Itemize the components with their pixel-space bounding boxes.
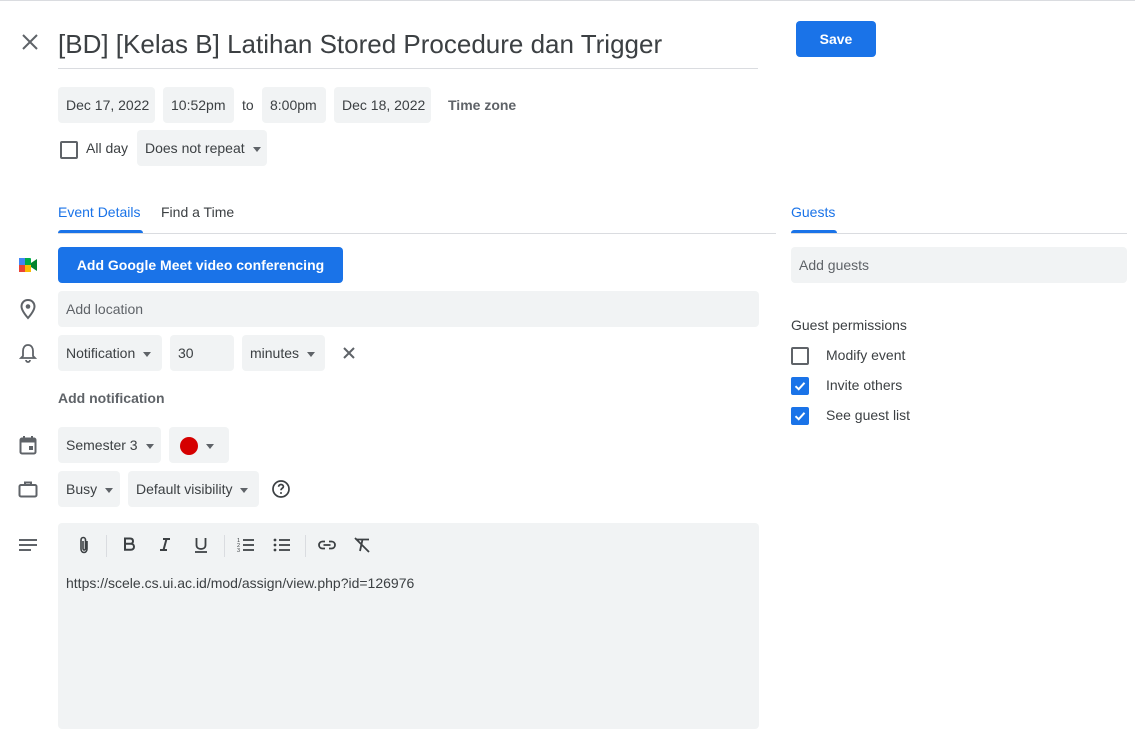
tab-guests[interactable]: Guests (791, 202, 835, 222)
chevron-down-icon (206, 443, 214, 449)
location-pin-icon (20, 298, 36, 320)
notification-unit-dropdown[interactable]: minutes (242, 335, 325, 371)
notification-type-dropdown[interactable]: Notification (58, 335, 162, 371)
chevron-down-icon (143, 351, 152, 357)
svg-text:3: 3 (237, 548, 240, 554)
remove-notification-button[interactable] (337, 341, 361, 365)
all-day-checkbox[interactable] (60, 141, 78, 159)
notification-type-value: Notification (66, 345, 136, 361)
tab-find-a-time[interactable]: Find a Time (161, 202, 234, 222)
toolbar-separator (224, 535, 225, 557)
event-title[interactable]: [BD] [Kelas B] Latihan Stored Procedure … (58, 22, 758, 66)
underline-icon[interactable] (191, 535, 211, 555)
calendar-icon (19, 436, 37, 455)
notification-unit-value: minutes (250, 345, 300, 361)
toolbar-separator (106, 535, 107, 557)
location-input[interactable]: Add location (58, 291, 759, 327)
invite-others-label: Invite others (826, 377, 903, 393)
italic-icon[interactable] (155, 535, 175, 555)
repeat-value: Does not repeat (145, 140, 245, 156)
event-color-dropdown[interactable] (169, 427, 229, 463)
add-guests-input[interactable]: Add guests (791, 247, 1127, 283)
end-time-picker[interactable]: 8:00pm (262, 87, 326, 123)
chevron-down-icon (252, 146, 261, 152)
timezone-button[interactable]: Time zone (448, 87, 516, 123)
link-icon[interactable] (317, 535, 337, 555)
save-button[interactable]: Save (796, 21, 876, 57)
tab-event-details[interactable]: Event Details (58, 202, 140, 222)
chevron-down-icon (307, 351, 316, 357)
close-icon (22, 34, 38, 50)
notification-amount-input[interactable]: 30 (170, 335, 234, 371)
end-date-picker[interactable]: Dec 18, 2022 (334, 87, 431, 123)
modify-event-label: Modify event (826, 347, 906, 363)
guest-permissions-title: Guest permissions (791, 317, 907, 333)
bell-icon (19, 344, 37, 363)
to-label: to (242, 97, 254, 113)
help-icon (272, 480, 290, 498)
close-icon (343, 347, 355, 359)
title-field[interactable]: [BD] [Kelas B] Latihan Stored Procedure … (58, 22, 758, 69)
chevron-down-icon (145, 443, 154, 449)
add-meet-button[interactable]: Add Google Meet video conferencing (58, 247, 343, 283)
see-guest-list-label: See guest list (826, 407, 911, 423)
top-divider (0, 0, 1135, 1)
availability-value: Busy (66, 481, 98, 497)
bulleted-list-icon[interactable] (272, 535, 292, 555)
checkmark-icon (794, 382, 806, 391)
calendar-name: Semester 3 (66, 437, 138, 453)
see-guest-list-checkbox[interactable] (791, 407, 809, 425)
bold-icon[interactable] (119, 535, 139, 555)
calendar-dropdown[interactable]: Semester 3 (58, 427, 161, 463)
visibility-dropdown[interactable]: Default visibility (128, 471, 259, 507)
availability-dropdown[interactable]: Busy (58, 471, 120, 507)
remove-formatting-icon[interactable] (352, 535, 372, 555)
description-text[interactable]: https://scele.cs.ui.ac.id/mod/assign/vie… (66, 575, 414, 591)
checkmark-icon (794, 412, 806, 421)
chevron-down-icon (105, 487, 114, 493)
visibility-help-button[interactable] (271, 479, 291, 499)
description-icon (19, 539, 37, 551)
attachment-icon[interactable] (74, 535, 94, 555)
tabs-divider (58, 233, 776, 234)
start-time-picker[interactable]: 10:52pm (163, 87, 234, 123)
toolbar-separator (305, 535, 306, 557)
event-color-swatch (180, 437, 198, 456)
add-notification-button[interactable]: Add notification (58, 380, 165, 416)
invite-others-checkbox[interactable] (791, 377, 809, 395)
numbered-list-icon[interactable]: 1 2 3 (236, 535, 256, 555)
close-button[interactable] (16, 28, 44, 56)
visibility-value: Default visibility (136, 481, 233, 497)
chevron-down-icon (240, 487, 249, 493)
modify-event-checkbox[interactable] (791, 347, 809, 365)
repeat-dropdown[interactable]: Does not repeat (137, 130, 267, 166)
google-meet-icon (19, 258, 37, 272)
guests-divider (791, 233, 1127, 234)
description-editor[interactable]: 1 2 3 https://scele.cs.ui.ac.id/mod/assi… (58, 523, 759, 729)
all-day-label: All day (86, 140, 129, 156)
start-date-picker[interactable]: Dec 17, 2022 (58, 87, 155, 123)
briefcase-icon (18, 481, 38, 498)
